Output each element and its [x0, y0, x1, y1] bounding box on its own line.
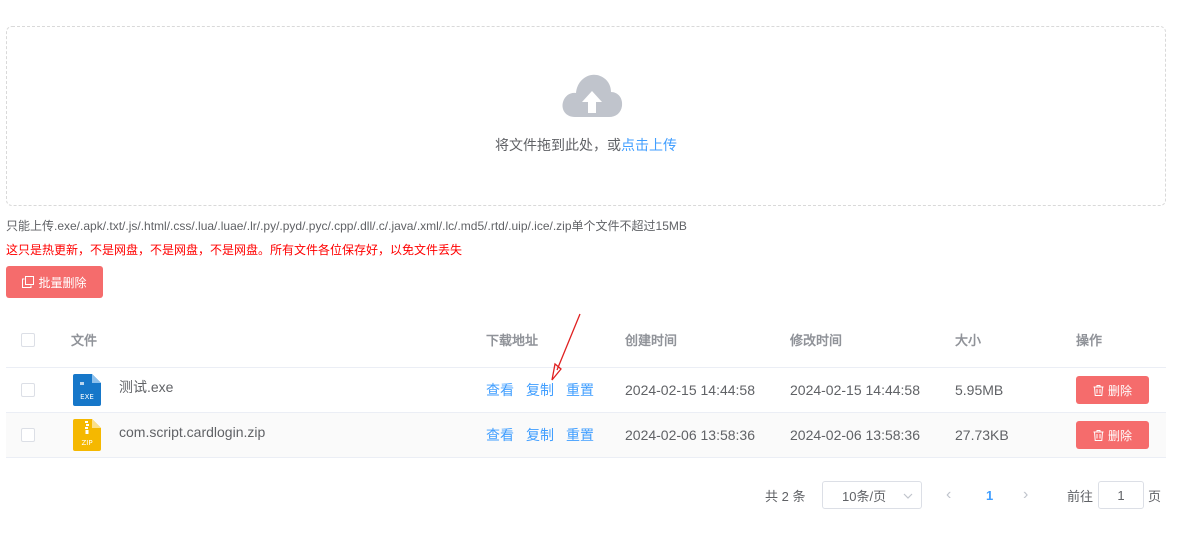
- header-file: 文件: [71, 333, 98, 348]
- table-row: EXE 测试.exe 查看 复制 重置 2024-02-15 14:44:58 …: [6, 368, 1166, 413]
- modified-time: 2024-02-15 14:44:58: [790, 382, 920, 398]
- trash-icon: [1093, 384, 1104, 396]
- header-size: 大小: [955, 333, 982, 348]
- table-header: 文件 下载地址 创建时间 修改时间 大小 操作: [6, 312, 1166, 368]
- annotation-arrow: [551, 313, 581, 381]
- view-link[interactable]: 查看: [486, 425, 514, 445]
- file-size: 27.73KB: [955, 427, 1009, 443]
- next-page-button[interactable]: ›: [1023, 481, 1028, 509]
- delete-label: 删除: [1107, 428, 1132, 443]
- modified-time: 2024-02-06 13:58:36: [790, 427, 920, 443]
- upload-dropzone[interactable]: 将文件拖到此处，或点击上传: [6, 26, 1166, 206]
- delete-button[interactable]: 删除: [1076, 421, 1149, 449]
- file-name: com.script.cardlogin.zip: [119, 424, 266, 440]
- page-number-current[interactable]: 1: [986, 481, 993, 509]
- row-checkbox[interactable]: [21, 383, 35, 397]
- delete-button[interactable]: 删除: [1076, 376, 1149, 404]
- goto-unit: 页: [1148, 488, 1162, 504]
- goto-page-input[interactable]: 1: [1098, 481, 1144, 509]
- delete-label: 删除: [1107, 383, 1132, 398]
- file-name: 测试.exe: [119, 379, 174, 395]
- zip-icon-label: ZIP: [81, 439, 92, 447]
- upload-tip: 只能上传.exe/.apk/.txt/.js/.html/.css/.lua/.…: [6, 219, 687, 233]
- chevron-down-icon: [903, 493, 913, 499]
- file-size: 5.95MB: [955, 382, 1004, 398]
- batch-delete-button[interactable]: 批量删除: [6, 266, 103, 298]
- created-time: 2024-02-15 14:44:58: [625, 382, 755, 398]
- warning-text: 这只是热更新，不是网盘，不是网盘，不是网盘。所有文件各位保存好，以免文件丢失: [6, 243, 463, 257]
- reset-link[interactable]: 重置: [566, 425, 594, 445]
- table-row: ZIP com.script.cardlogin.zip 查看 复制 重置 20…: [6, 413, 1166, 458]
- upload-hint-text: 将文件拖到此处，或: [495, 137, 621, 153]
- exe-icon-label: EXE: [80, 393, 94, 401]
- view-link[interactable]: 查看: [486, 380, 514, 400]
- copy-icon: [22, 276, 35, 288]
- row-checkbox[interactable]: [21, 428, 35, 442]
- header-actions: 操作: [1076, 333, 1103, 348]
- upload-hint: 将文件拖到此处，或点击上传: [7, 135, 1165, 155]
- pagination-total: 共 2 条: [765, 488, 806, 504]
- prev-page-button[interactable]: ‹: [946, 481, 951, 509]
- page-size-value: 10条/页: [842, 488, 887, 504]
- copy-link[interactable]: 复制: [526, 425, 554, 445]
- zip-file-icon: ZIP: [73, 419, 101, 451]
- header-modified: 修改时间: [790, 333, 843, 348]
- trash-icon: [1093, 429, 1104, 441]
- batch-delete-label: 批量删除: [38, 275, 87, 290]
- created-time: 2024-02-06 13:58:36: [625, 427, 755, 443]
- select-all-checkbox[interactable]: [21, 332, 35, 347]
- page-size-select[interactable]: 10条/页: [822, 481, 922, 509]
- header-download: 下载地址: [486, 333, 539, 348]
- file-table: 文件 下载地址 创建时间 修改时间 大小 操作 EXE 测试.exe 查看 复制…: [6, 312, 1166, 458]
- cloud-upload-icon: [562, 74, 623, 117]
- click-upload-link[interactable]: 点击上传: [621, 137, 677, 153]
- goto-label: 前往: [1067, 488, 1094, 504]
- exe-file-icon: EXE: [73, 374, 101, 406]
- header-created: 创建时间: [625, 333, 678, 348]
